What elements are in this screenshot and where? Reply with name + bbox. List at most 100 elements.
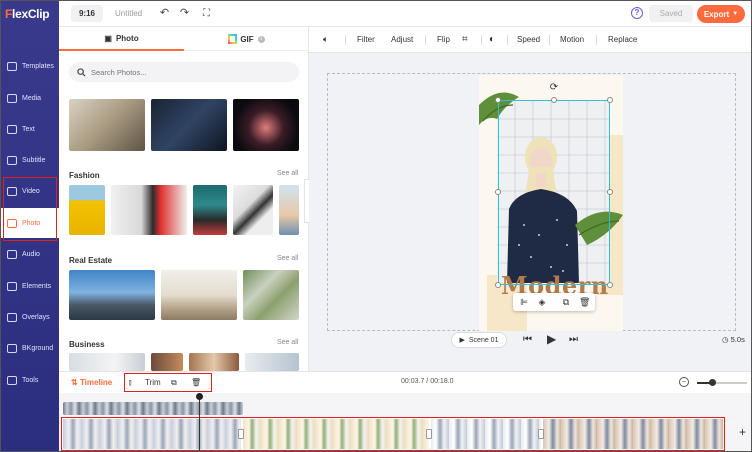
duplicate-clip-icon[interactable]: ⧉ xyxy=(171,378,177,388)
color-icon[interactable]: ◐ xyxy=(489,34,495,45)
help-icon[interactable]: ? xyxy=(631,7,643,19)
export-button[interactable]: Export ▼ xyxy=(697,5,745,23)
search-input[interactable] xyxy=(91,67,281,77)
section-title-business: Business xyxy=(69,340,105,349)
photo-thumbnail[interactable] xyxy=(245,353,299,371)
sidebar-item-text[interactable]: Text xyxy=(1,114,59,144)
sidebar-item-elements[interactable]: Elements xyxy=(1,271,59,301)
section-title-real-estate: Real Estate xyxy=(69,256,113,265)
project-title[interactable]: Untitled xyxy=(115,9,142,18)
canvas-area: Modern ⟳ ⊫ ◈ ⧉ 🗑︎ ▶ Scene 01 ⏮︎ ▶ ⏭︎ ◷ 5.… xyxy=(309,53,751,371)
photo-thumbnail[interactable] xyxy=(69,185,105,235)
trim-button[interactable]: Trim xyxy=(145,378,161,387)
see-all-business[interactable]: See all xyxy=(277,339,298,346)
previous-icon[interactable]: ⏮︎ xyxy=(523,335,532,345)
delete-clip-icon[interactable]: 🗑︎ xyxy=(191,378,201,387)
motion-button[interactable]: Motion xyxy=(560,35,584,44)
speed-button[interactable]: Speed xyxy=(517,35,540,44)
info-icon[interactable]: i xyxy=(257,35,265,43)
filter-button[interactable]: Filter xyxy=(357,35,375,44)
see-all-fashion[interactable]: See all xyxy=(277,170,298,177)
see-all-real-estate[interactable]: See all xyxy=(277,255,298,262)
tab-photo[interactable]: ▣ Photo xyxy=(59,27,184,51)
text-icon xyxy=(7,124,17,134)
scene-duration: ◷ 5.0s xyxy=(722,335,745,344)
resize-handle[interactable] xyxy=(551,97,557,103)
photo-thumbnail[interactable] xyxy=(233,99,299,151)
sidebar-item-audio[interactable]: Audio xyxy=(1,239,59,269)
timeline-icon: ⇅ xyxy=(71,378,78,387)
add-scene-icon[interactable]: + xyxy=(739,426,746,438)
photo-thumbnail[interactable] xyxy=(193,185,227,235)
zoom-slider-knob[interactable] xyxy=(709,379,716,386)
saved-button[interactable]: Saved xyxy=(649,5,693,22)
play-small-icon: ▶ xyxy=(459,337,465,344)
photo-thumbnail[interactable] xyxy=(69,270,155,320)
flexclip-logo[interactable]: FlexClip xyxy=(5,7,57,23)
flip-button[interactable]: Flip xyxy=(437,35,450,44)
resize-handle[interactable] xyxy=(607,282,613,288)
photo-thumbnail[interactable] xyxy=(233,185,273,235)
divider xyxy=(481,35,482,45)
section-title-fashion: Fashion xyxy=(69,171,100,180)
resize-handle[interactable] xyxy=(495,189,501,195)
photo-thumbnail[interactable] xyxy=(189,353,239,371)
sidebar-item-background[interactable]: BKground xyxy=(1,333,59,363)
align-icon[interactable]: ⊫ xyxy=(519,297,529,307)
photo-thumbnail[interactable] xyxy=(111,185,187,235)
templates-icon xyxy=(7,61,17,71)
sidebar: FlexClip Templates Media Text Subtitle V… xyxy=(1,1,59,451)
resize-handle[interactable] xyxy=(495,97,501,103)
timeline-toggle[interactable]: ⇅ Timeline xyxy=(71,378,112,387)
giphy-icon xyxy=(228,34,238,44)
adjust-button[interactable]: Adjust xyxy=(391,35,413,44)
floating-toolbar: ⊫ ◈ ⧉ 🗑︎ xyxy=(513,293,595,311)
sidebar-item-templates[interactable]: Templates xyxy=(1,51,59,81)
delete-icon[interactable]: 🗑︎ xyxy=(579,297,590,307)
redo-icon[interactable]: ↷ xyxy=(179,8,190,19)
zoom-slider[interactable] xyxy=(697,379,747,386)
subtitle-icon xyxy=(7,155,17,165)
search-icon xyxy=(77,67,86,77)
photo-thumbnail[interactable] xyxy=(279,185,299,235)
volume-icon[interactable]: 🔈︎ xyxy=(323,34,328,45)
tab-gif[interactable]: GIF i xyxy=(184,27,309,51)
duplicate-icon[interactable]: ⧉ xyxy=(561,297,571,307)
sidebar-item-media[interactable]: Media xyxy=(1,83,59,113)
rotate-icon[interactable]: ⟳ xyxy=(549,83,559,93)
selection-box xyxy=(498,100,610,285)
next-icon[interactable]: ⏭︎ xyxy=(569,335,578,345)
sidebar-item-tools[interactable]: Tools xyxy=(1,365,59,395)
photo-thumbnail[interactable] xyxy=(243,270,299,320)
scene-button[interactable]: ▶ Scene 01 xyxy=(451,332,507,348)
photo-thumbnail[interactable] xyxy=(151,353,183,371)
chevron-down-icon: ▼ xyxy=(732,11,739,17)
divider xyxy=(596,35,597,45)
resize-handle[interactable] xyxy=(607,97,613,103)
zoom-out-icon[interactable]: − xyxy=(679,377,689,387)
split-icon[interactable]: ⫾ xyxy=(129,378,132,388)
audio-track-strip[interactable] xyxy=(63,402,243,415)
resize-handle[interactable] xyxy=(607,189,613,195)
photo-thumbnail[interactable] xyxy=(69,353,145,371)
photo-thumbnail[interactable] xyxy=(69,99,145,151)
replace-button[interactable]: Replace xyxy=(608,35,637,44)
playhead-knob[interactable] xyxy=(196,393,203,400)
sidebar-item-subtitle[interactable]: Subtitle xyxy=(1,145,59,175)
play-icon[interactable]: ▶ xyxy=(547,333,556,345)
photo-panel: ▣Photo GIFi Fashion See all Real Estate … xyxy=(59,27,309,371)
sidebar-item-overlays[interactable]: Overlays xyxy=(1,302,59,332)
highlight-box-video-photo xyxy=(3,177,57,241)
resize-handle[interactable] xyxy=(495,282,501,288)
photo-thumbnail[interactable] xyxy=(161,270,237,320)
crop-icon[interactable]: ⌗ xyxy=(462,34,468,45)
undo-icon[interactable]: ↶ xyxy=(159,8,170,19)
fullscreen-icon[interactable]: ⛶ xyxy=(201,8,212,19)
background-icon xyxy=(7,343,17,353)
timeline-tracks: + xyxy=(59,393,751,451)
layers-icon[interactable]: ◈ xyxy=(537,297,547,307)
photo-thumbnail[interactable] xyxy=(151,99,227,151)
aspect-ratio-button[interactable]: 9:16 xyxy=(71,5,103,22)
elements-icon xyxy=(7,281,17,291)
playhead[interactable] xyxy=(199,393,200,451)
